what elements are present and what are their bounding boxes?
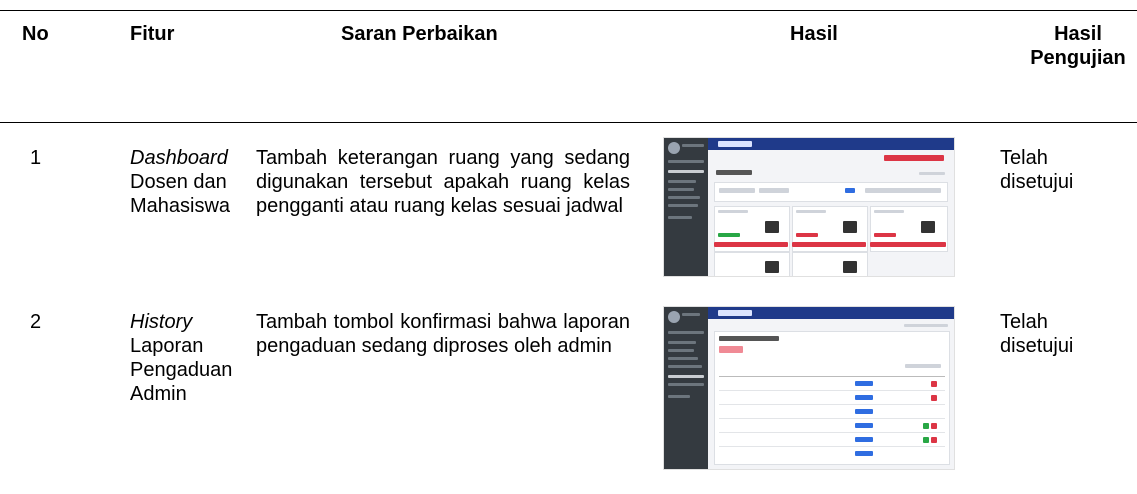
header-hasil-pengujian: Hasil Pengujian bbox=[1030, 23, 1126, 69]
row-2-fitur-italic: History bbox=[130, 311, 193, 333]
thumb-navbar bbox=[708, 307, 954, 319]
row-2-fitur-text: Laporan Pengaduan Admin bbox=[130, 335, 233, 405]
thumb-sidebar bbox=[664, 307, 708, 469]
row-1-no: 1 bbox=[30, 147, 42, 169]
dashboard-screenshot bbox=[663, 137, 955, 277]
history-screenshot bbox=[663, 306, 955, 470]
header-bottom-border bbox=[0, 122, 1137, 123]
thumb-navbar bbox=[708, 138, 954, 150]
header-saran-perbaikan: Saran Perbaikan bbox=[341, 23, 498, 45]
header-fitur: Fitur bbox=[130, 23, 175, 45]
header-no: No bbox=[22, 23, 49, 45]
row-2-no: 2 bbox=[30, 311, 42, 333]
header-hasil: Hasil bbox=[790, 23, 838, 45]
row-1-hasil-pengujian: Telah disetujui bbox=[1000, 147, 1074, 193]
row-2-fitur: History Laporan Pengaduan Admin bbox=[130, 310, 252, 406]
table-top-border bbox=[0, 10, 1137, 11]
thumb-sidebar bbox=[664, 138, 708, 276]
row-1-fitur-italic: Dashboard bbox=[130, 147, 228, 169]
row-2-saran: Tambah tombol konfirmasi bahwa laporan p… bbox=[256, 311, 630, 357]
row-1-fitur-text: Dosen dan Mahasiswa bbox=[130, 171, 231, 217]
row-1-fitur: Dashboard Dosen dan Mahasiswa bbox=[130, 146, 252, 218]
row-1-saran: Tambah keterangan ruang yang sedang digu… bbox=[256, 147, 630, 217]
row-2-hasil-pengujian: Telah disetujui bbox=[1000, 311, 1074, 357]
